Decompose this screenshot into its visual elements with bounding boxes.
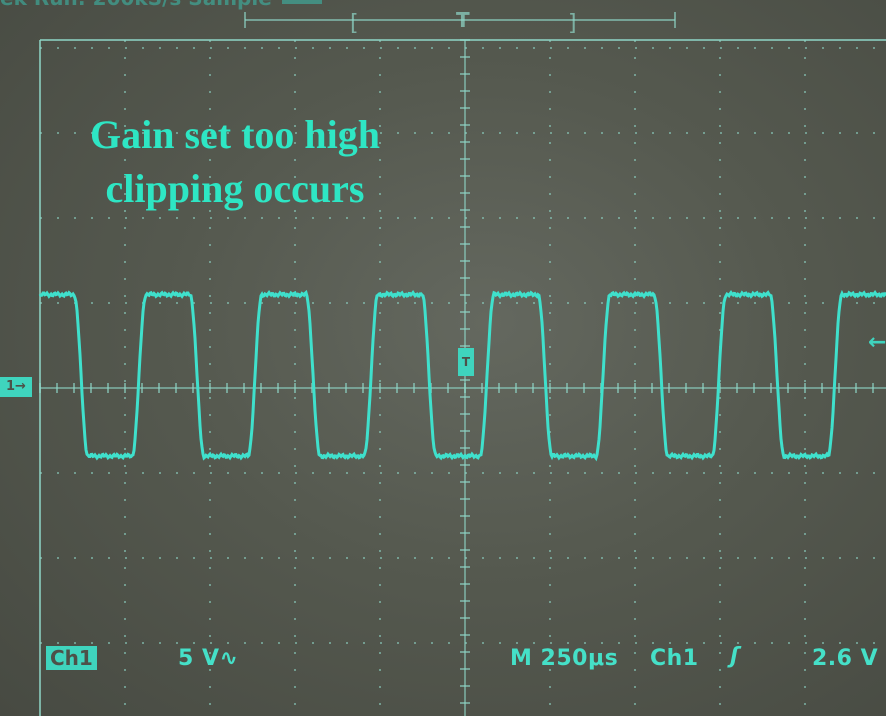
- channel-ground-marker: 1→: [0, 377, 32, 397]
- oscilloscope-screen: T [] ek Run: 200kS/s Sample Gain set too …: [0, 0, 886, 716]
- trigger-level-readout: 2.6 V: [812, 646, 879, 671]
- trigger-source-readout: Ch1: [650, 646, 699, 671]
- acquisition-icon: [281, 0, 322, 4]
- trigger-slope-icon: ʃ: [730, 644, 740, 669]
- acquisition-status: ek Run: 200kS/s Sample: [0, 0, 480, 10]
- timebase-readout: M 250μs: [510, 646, 619, 671]
- annotation-label: Gain set too high clipping occurs: [40, 108, 430, 216]
- volts-per-div-readout: 5 V∿: [178, 646, 239, 671]
- annotation-line-2: clipping occurs: [105, 166, 365, 211]
- annotation-line-1: Gain set too high: [89, 112, 381, 157]
- window-trigger-mark: T: [456, 8, 470, 32]
- channel-badge: Ch1: [46, 646, 97, 670]
- window-left-bracket: [: [350, 11, 359, 36]
- trigger-position-marker: T: [458, 348, 474, 376]
- trigger-level-arrow-icon: ←: [868, 330, 886, 355]
- window-right-bracket: ]: [568, 11, 577, 36]
